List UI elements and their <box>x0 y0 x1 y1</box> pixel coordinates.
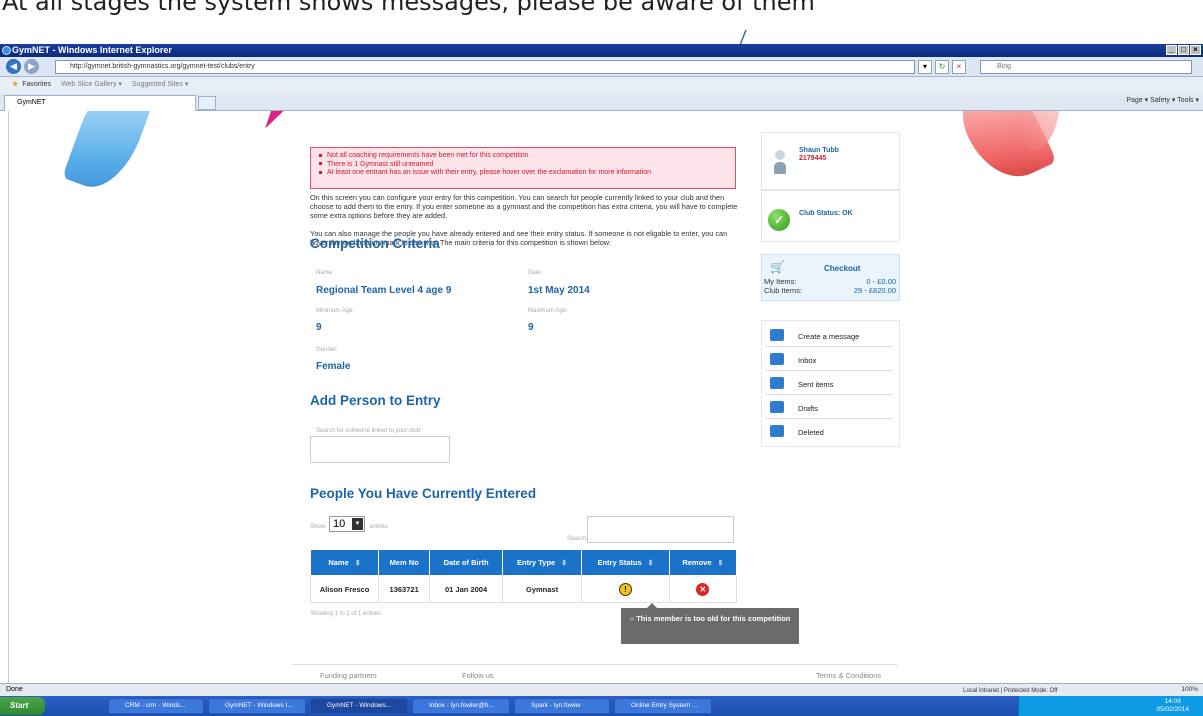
entries-table: Name ⇕ Mem No Date of Birth Entry Type ⇕ E… <box>310 549 738 603</box>
back-button[interactable]: ◀ <box>6 59 21 74</box>
sent-icon <box>770 377 784 389</box>
decorative-swoosh-blue <box>61 111 157 198</box>
page-footer: Funding partners Follow us Terms & Condi… <box>292 664 897 683</box>
address-bar: ◀ ▶ http://gymnet.british-gymnastics.org… <box>0 57 1203 77</box>
task-inbox[interactable]: Inbox - lyn.fowler@b... <box>412 698 510 714</box>
criteria-gender: Female <box>316 361 351 372</box>
page-content: Not all coaching requirements have been … <box>8 111 1197 683</box>
close-button[interactable]: × <box>1190 45 1201 55</box>
criteria-name: Regional Team Level 4 age 9 <box>316 285 452 296</box>
club-status-card: ✓ Club Status: OK <box>761 190 900 242</box>
column-header-remove[interactable]: Remove ⇕ <box>668 549 738 576</box>
drafts-item[interactable]: Drafts <box>766 397 892 419</box>
ie-icon <box>2 46 11 55</box>
url-input[interactable]: http://gymnet.british-gymnastics.org/gym… <box>55 60 915 74</box>
column-header-entry-status[interactable]: Entry Status ⇕ <box>581 549 670 576</box>
alert-item: Not all coaching requirements have been … <box>319 152 735 161</box>
person-search-input[interactable] <box>310 436 450 463</box>
status-tooltip: ○ This member is too old for this compet… <box>621 603 799 644</box>
status-bar: Done Local intranet | Protected Mode: Of… <box>0 683 1203 696</box>
sent-items-item[interactable]: Sent items <box>766 373 892 395</box>
task-gymnet-1[interactable]: GymNET - Windows I... <box>208 698 306 714</box>
checkout-card[interactable]: 🛒 Checkout My Items: 0 - £0.00 Club Items… <box>761 254 900 301</box>
refresh-icon[interactable]: ↻ <box>935 60 949 74</box>
drafts-icon <box>770 401 784 413</box>
task-crm[interactable]: CRM - crm - Winds... <box>108 698 204 714</box>
criteria-date: 1st May 2014 <box>528 285 590 296</box>
table-row: Alison Fresco 1363721 01 Jan 2004 Gymnas… <box>310 575 738 603</box>
trash-icon <box>770 425 784 437</box>
fav-suggested-sites[interactable]: Suggested Sites ▾ <box>132 81 188 88</box>
terms-link[interactable]: Terms & Conditions <box>816 671 881 680</box>
task-gymnet-2[interactable]: GymNET - Windows... <box>310 698 408 714</box>
entered-heading: People You Have Currently Entered <box>310 486 537 501</box>
decorative-swoosh-pink <box>255 111 294 133</box>
command-bar[interactable]: Page ▾ Safety ▾ Tools ▾ <box>1126 96 1199 104</box>
favorites-button[interactable]: Favorites <box>22 81 51 88</box>
taskbar: Start CRM - crm - Winds... GymNET - Wind… <box>0 696 1203 716</box>
system-tray: 14:09 05/02/2014 <box>1018 696 1203 716</box>
cart-icon: 🛒 <box>770 260 785 274</box>
column-header-mem-no[interactable]: Mem No <box>377 549 431 576</box>
funding-partners-link[interactable]: Funding partners <box>320 671 377 680</box>
task-spark[interactable]: Spark - lyn.fowler <box>514 698 610 714</box>
fav-web-slice[interactable]: Web Slice Gallery ▾ <box>61 81 122 88</box>
column-header-name[interactable]: Name ⇕ <box>310 549 379 576</box>
table-search-input[interactable] <box>587 516 734 543</box>
column-header-dob[interactable]: Date of Birth <box>429 549 503 576</box>
window-title: GymNET - Windows Internet Explorer <box>12 45 172 55</box>
stop-icon[interactable]: × <box>952 60 966 74</box>
task-online-entry[interactable]: Online Entry System ... <box>614 698 712 714</box>
criteria-min-age: 9 <box>316 322 322 333</box>
criteria-max-age: 9 <box>528 322 534 333</box>
avatar <box>774 150 786 175</box>
clock[interactable]: 14:09 05/02/2014 <box>1156 698 1189 714</box>
user-id: 2179445 <box>799 155 827 162</box>
tab-gymnet[interactable]: GymNET <box>4 95 196 111</box>
criteria-heading: Competition Criteria <box>310 236 440 251</box>
user-name[interactable]: Shaun Tubb <box>799 147 839 154</box>
deleted-item[interactable]: Deleted <box>766 421 892 443</box>
inbox-icon <box>770 353 784 365</box>
start-button[interactable]: Start <box>0 697 45 715</box>
zoom-level[interactable]: 100% <box>1181 684 1198 696</box>
star-icon: ★ <box>12 81 19 88</box>
messages-card: Create a message Inbox Sent items Drafts… <box>761 320 900 447</box>
chevron-down-icon: ▼ <box>352 518 363 530</box>
user-card: Shaun Tubb 2179445 <box>761 132 900 190</box>
search-input[interactable]: Bing <box>980 60 1192 74</box>
tab-bar: GymNET Page ▾ Safety ▾ Tools ▾ <box>0 93 1203 111</box>
create-message-item[interactable]: Create a message <box>766 325 892 347</box>
add-person-heading: Add Person to Entry <box>310 393 441 408</box>
column-header-entry-type[interactable]: Entry Type ⇕ <box>501 549 583 576</box>
follow-us-link[interactable]: Follow us <box>462 671 494 680</box>
annotation-caption: At all stages the system shows messages,… <box>0 0 1203 40</box>
favorites-bar: ★ Favorites Web Slice Gallery ▾ Suggeste… <box>0 77 1203 93</box>
window-title-bar: GymNET - Windows Internet Explorer _ □ × <box>0 44 1203 57</box>
maximize-button[interactable]: □ <box>1178 45 1189 55</box>
forward-button[interactable]: ▶ <box>24 59 39 74</box>
check-icon: ✓ <box>768 209 790 231</box>
checkout-title[interactable]: Checkout <box>824 264 860 273</box>
dropdown-icon[interactable]: ▾ <box>918 60 932 74</box>
inbox-item[interactable]: Inbox <box>766 349 892 371</box>
compose-icon <box>770 329 784 341</box>
remove-icon[interactable]: ✕ <box>696 582 710 596</box>
page-length-select[interactable]: 10 ▼ <box>329 516 365 532</box>
club-status: Club Status: OK <box>799 210 853 217</box>
new-tab-button[interactable] <box>198 96 216 110</box>
minimize-button[interactable]: _ <box>1166 45 1177 55</box>
warning-icon[interactable]: ! <box>618 582 632 596</box>
